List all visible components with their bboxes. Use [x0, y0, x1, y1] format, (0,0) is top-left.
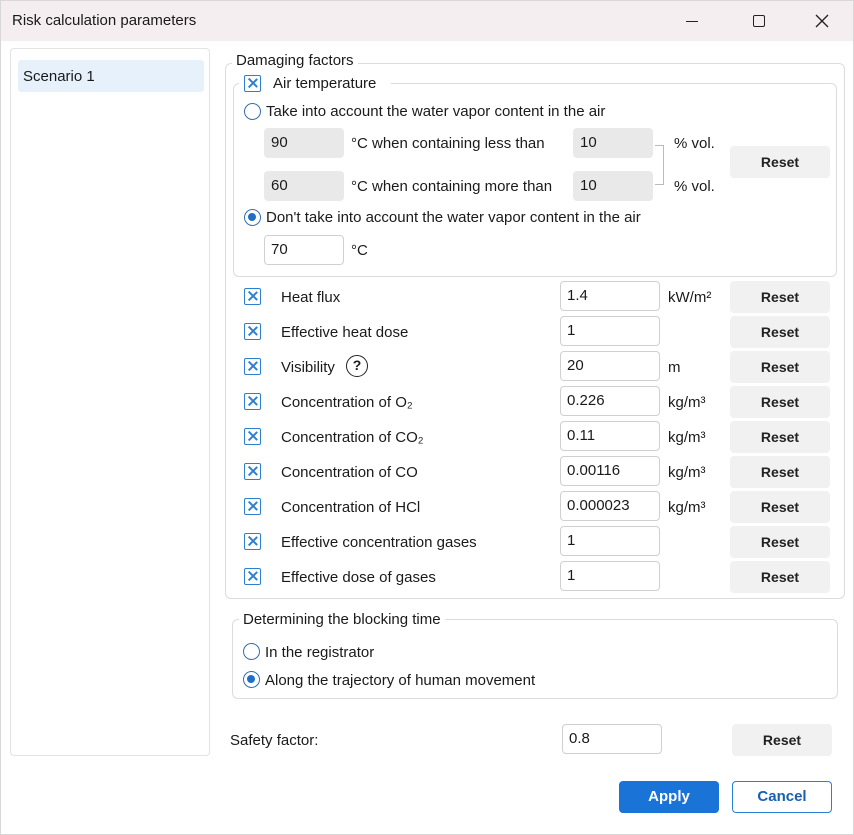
vapor-account-radio[interactable] — [244, 103, 261, 120]
temp-value-field[interactable]: 70 — [264, 235, 344, 265]
factor-label: Effective heat dose — [281, 324, 409, 341]
air-reset-button[interactable]: Reset — [730, 146, 830, 178]
cancel-button[interactable]: Cancel — [732, 781, 832, 813]
factor-reset-button[interactable]: Reset — [730, 491, 830, 523]
minimize-button[interactable] — [669, 3, 715, 39]
factor-unit: kg/m³ — [668, 499, 706, 516]
factor-unit: m — [668, 359, 681, 376]
factor-value-field[interactable]: 1 — [560, 561, 660, 591]
vol-less-field[interactable]: 10 — [573, 128, 653, 158]
registrator-label: In the registrator — [265, 644, 375, 661]
vol-less-unit: % vol. — [674, 135, 715, 152]
factor-reset-button[interactable]: Reset — [730, 316, 830, 348]
factor-value-field[interactable]: 0.226 — [560, 386, 660, 416]
factor-label: Concentration of HCl — [281, 499, 421, 516]
blocking-time-legend: Determining the blocking time — [239, 611, 445, 629]
factor-value-field[interactable]: 0.00116 — [560, 456, 660, 486]
sidebar-item-label: Scenario 1 — [23, 68, 95, 85]
temp-less-field[interactable]: 90 — [264, 128, 344, 158]
scenario-list: Scenario 1 — [10, 48, 210, 756]
factor-checkbox[interactable] — [244, 568, 261, 585]
vapor-account-label: Take into account the water vapor conten… — [266, 103, 606, 120]
safety-factor-label: Safety factor: — [230, 732, 319, 749]
factor-value-field[interactable]: 20 — [560, 351, 660, 381]
trajectory-radio[interactable] — [243, 671, 260, 688]
factor-label: Effective concentration gases — [281, 534, 477, 551]
temp-more-label: °C when containing more than — [351, 178, 553, 195]
range-bracket — [655, 145, 664, 185]
factor-label: Heat flux — [281, 289, 341, 306]
sidebar-item-scenario-1[interactable]: Scenario 1 — [18, 60, 204, 92]
close-button[interactable] — [799, 3, 845, 39]
no-vapor-label: Don't take into account the water vapor … — [266, 209, 641, 226]
factor-checkbox[interactable] — [244, 393, 261, 410]
title-bar: Risk calculation parameters — [1, 1, 853, 41]
temp-value-unit: °C — [351, 242, 368, 259]
factor-unit: kg/m³ — [668, 464, 706, 481]
factor-value-field[interactable]: 0.000023 — [560, 491, 660, 521]
factor-reset-button[interactable]: Reset — [730, 526, 830, 558]
damaging-factors-legend: Damaging factors — [232, 52, 358, 70]
dialog-window: Risk calculation parameters Scenario 1 D… — [0, 0, 854, 835]
factor-label: Visibility — [281, 359, 335, 376]
help-icon[interactable]: ? — [346, 355, 368, 377]
factor-value-field[interactable]: 1.4 — [560, 281, 660, 311]
air-temperature-checkbox[interactable] — [244, 75, 261, 92]
maximize-icon — [753, 15, 765, 27]
temp-less-label: °C when containing less than — [351, 135, 545, 152]
air-temperature-label: Air temperature — [273, 75, 377, 92]
factor-checkbox[interactable] — [244, 323, 261, 340]
factor-label: Effective dose of gases — [281, 569, 436, 586]
no-vapor-radio[interactable] — [244, 209, 261, 226]
factor-unit: kg/m³ — [668, 394, 706, 411]
registrator-radio[interactable] — [243, 643, 260, 660]
safety-reset-button[interactable]: Reset — [732, 724, 832, 756]
factor-label: Concentration of CO₂ — [281, 429, 424, 446]
safety-factor-field[interactable]: 0.8 — [562, 724, 662, 754]
vol-more-unit: % vol. — [674, 178, 715, 195]
maximize-button[interactable] — [736, 3, 782, 39]
factor-checkbox[interactable] — [244, 533, 261, 550]
minimize-icon — [686, 20, 698, 22]
close-icon — [815, 14, 829, 28]
factor-reset-button[interactable]: Reset — [730, 561, 830, 593]
factor-label: Concentration of CO — [281, 464, 418, 481]
factor-unit: kW/m² — [668, 289, 712, 306]
factor-reset-button[interactable]: Reset — [730, 351, 830, 383]
factor-value-field[interactable]: 0.11 — [560, 421, 660, 451]
factor-checkbox[interactable] — [244, 288, 261, 305]
vol-more-field[interactable]: 10 — [573, 171, 653, 201]
factor-checkbox[interactable] — [244, 463, 261, 480]
factor-unit: kg/m³ — [668, 429, 706, 446]
factor-reset-button[interactable]: Reset — [730, 456, 830, 488]
factor-value-field[interactable]: 1 — [560, 526, 660, 556]
factor-reset-button[interactable]: Reset — [730, 421, 830, 453]
factor-reset-button[interactable]: Reset — [730, 386, 830, 418]
factor-value-field[interactable]: 1 — [560, 316, 660, 346]
factor-checkbox[interactable] — [244, 358, 261, 375]
factor-reset-button[interactable]: Reset — [730, 281, 830, 313]
factor-checkbox[interactable] — [244, 498, 261, 515]
trajectory-label: Along the trajectory of human movement — [265, 672, 536, 689]
window-title: Risk calculation parameters — [12, 12, 197, 29]
factor-label: Concentration of O₂ — [281, 394, 413, 411]
apply-button[interactable]: Apply — [619, 781, 719, 813]
factor-checkbox[interactable] — [244, 428, 261, 445]
temp-more-field[interactable]: 60 — [264, 171, 344, 201]
